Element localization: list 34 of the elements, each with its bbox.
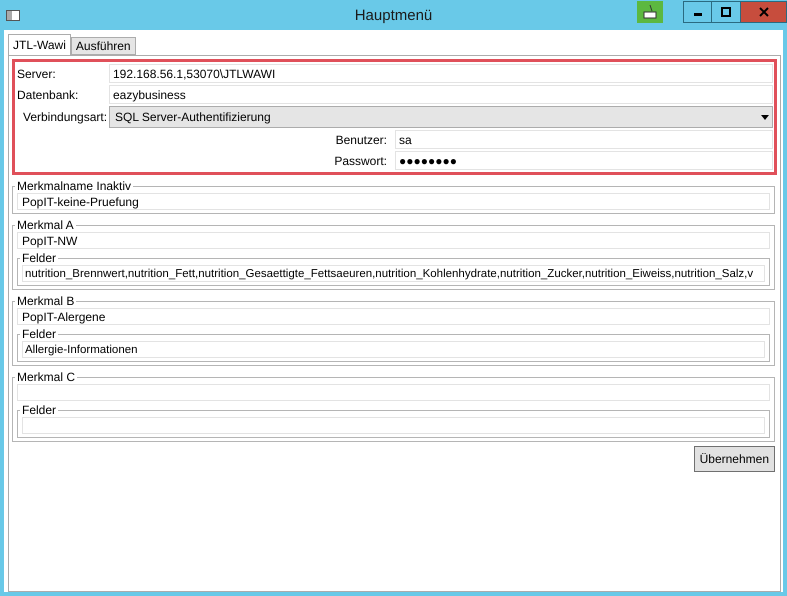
tab[interactable]: JTL-Wawi bbox=[8, 34, 71, 55]
name-field[interactable]: PopIT-Alergene bbox=[17, 308, 770, 325]
fields-title: Felder bbox=[21, 327, 58, 341]
keyboard-icon[interactable] bbox=[637, 1, 663, 23]
server-field[interactable]: 192.168.56.1,53070\JTLWAWI bbox=[109, 64, 773, 83]
dropdown-arrow-icon bbox=[761, 114, 769, 120]
password-label: Passwort: bbox=[333, 152, 388, 170]
connection-type-dropdown[interactable]: SQL Server-Authentifizierung bbox=[109, 106, 773, 128]
close-icon bbox=[758, 7, 768, 17]
user-label: Benutzer: bbox=[334, 132, 388, 148]
password-field[interactable]: ●●●●●●●● bbox=[395, 151, 773, 170]
connection-type-label: Verbindungsart: bbox=[22, 109, 108, 126]
window-title: Hauptmenü bbox=[354, 7, 434, 24]
name-field[interactable]: PopIT-keine-Pruefung bbox=[17, 193, 770, 210]
fields-field[interactable]: nutrition_Brennwert,nutrition_Fett,nutrition_Gesaettigte_Fettsaeuren,nutrition_Kohlenhydrate,nutrition_Zucker,nutrition_Eiweiss,nutrition_Salz,v bbox=[22, 265, 765, 282]
window-icon bbox=[6, 10, 20, 20]
group-title: Merkmalname Inaktiv bbox=[16, 179, 132, 193]
tab[interactable]: Ausführen bbox=[70, 37, 136, 55]
server-label: Server: bbox=[17, 66, 57, 82]
fields-title: Felder bbox=[21, 403, 58, 417]
group-title: Merkmal A bbox=[16, 218, 75, 232]
minimize-button[interactable] bbox=[683, 1, 712, 23]
close-button[interactable] bbox=[741, 1, 787, 23]
group-title: Merkmal C bbox=[16, 370, 76, 384]
maximize-icon bbox=[721, 7, 731, 17]
fields-title: Felder bbox=[21, 251, 58, 265]
database-field[interactable]: eazybusiness bbox=[109, 85, 773, 104]
group-title: Merkmal B bbox=[16, 294, 76, 308]
user-field[interactable]: sa bbox=[395, 130, 773, 149]
fields-field[interactable]: Allergie-Informationen bbox=[22, 341, 765, 358]
name-field[interactable]: PopIT-NW bbox=[17, 232, 770, 249]
apply-button[interactable]: Übernehmen bbox=[694, 446, 775, 472]
maximize-button[interactable] bbox=[712, 1, 741, 23]
database-label: Datenbank: bbox=[17, 86, 80, 104]
